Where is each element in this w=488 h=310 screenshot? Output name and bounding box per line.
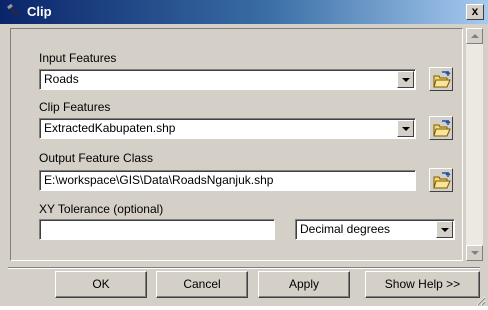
parameters-panel: Input Features Roads Clip Features Extra… <box>10 28 463 261</box>
output-feature-class-field[interactable]: E:\workspace\GIS\Data\RoadsNganjuk.shp <box>39 170 416 191</box>
footer-divider <box>8 267 480 269</box>
xy-tolerance-unit-value: Decimal degrees <box>300 222 391 236</box>
scroll-up-button[interactable] <box>466 28 483 44</box>
apply-button[interactable]: Apply <box>258 271 350 298</box>
xy-tolerance-unit-dropdown[interactable]: Decimal degrees <box>295 219 455 240</box>
input-features-dropdown[interactable]: Roads <box>39 69 416 90</box>
arrow-down-icon <box>471 251 479 255</box>
output-feature-class-browse-button[interactable] <box>429 168 453 192</box>
unit-dropdown-button[interactable] <box>436 221 453 238</box>
xy-tolerance-label: XY Tolerance (optional) <box>39 202 164 216</box>
window-title: Clip <box>27 4 52 19</box>
open-folder-icon <box>433 172 451 189</box>
output-feature-class-label: Output Feature Class <box>39 151 154 165</box>
output-feature-class-value: E:\workspace\GIS\Data\RoadsNganjuk.shp <box>44 173 274 187</box>
tool-hammer-icon <box>6 3 22 20</box>
input-features-dropdown-button[interactable] <box>397 71 414 88</box>
input-features-browse-button[interactable] <box>429 67 453 91</box>
resize-grip-icon[interactable] <box>476 296 486 306</box>
clip-features-dropdown[interactable]: ExtractedKabupaten.shp <box>39 118 416 139</box>
cancel-button[interactable]: Cancel <box>156 271 248 298</box>
arrow-up-icon <box>471 34 479 38</box>
input-features-label: Input Features <box>39 51 117 65</box>
close-icon: x <box>471 4 479 18</box>
chevron-down-icon <box>402 127 410 131</box>
xy-tolerance-input[interactable] <box>39 219 275 240</box>
title-bar[interactable]: Clip x <box>0 0 488 24</box>
open-folder-icon <box>433 120 451 137</box>
input-features-value: Roads <box>44 72 79 86</box>
close-button[interactable]: x <box>466 4 484 20</box>
scroll-down-button[interactable] <box>466 245 483 261</box>
chevron-down-icon <box>441 228 449 232</box>
chevron-down-icon <box>402 78 410 82</box>
clip-features-dropdown-button[interactable] <box>397 120 414 137</box>
clip-features-browse-button[interactable] <box>429 116 453 140</box>
vertical-scrollbar[interactable] <box>466 28 483 261</box>
show-help-button[interactable]: Show Help >> <box>365 271 480 298</box>
clip-features-label: Clip Features <box>39 100 111 114</box>
open-folder-icon <box>433 71 451 88</box>
ok-button[interactable]: OK <box>55 271 147 298</box>
clip-features-value: ExtractedKabupaten.shp <box>44 121 176 135</box>
clip-dialog: Clip x Input Features Roads Clip Feature… <box>0 0 488 306</box>
